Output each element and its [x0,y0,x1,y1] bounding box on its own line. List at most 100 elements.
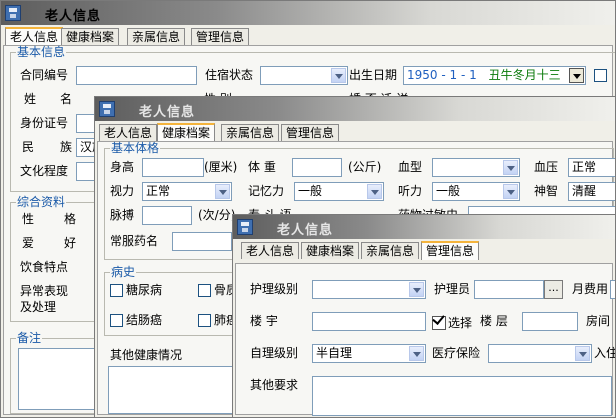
chevron-down-icon[interactable] [215,184,230,199]
checkmark-icon[interactable] [432,316,446,330]
hearing-select[interactable]: 一般 [432,182,520,201]
self-care-value: 半自理 [316,346,353,360]
hobby-label-b: 好 [64,236,77,250]
tab-elder-info[interactable]: 老人信息 [99,124,158,141]
basic-info-legend: 基本信息 [16,45,67,59]
remarks-textarea[interactable] [18,348,98,410]
other-requirements-textarea[interactable] [312,376,612,416]
birth-date-checkbox[interactable] [594,69,607,82]
chevron-down-icon[interactable] [503,184,518,199]
other-health-label: 其他健康情况 [110,348,183,362]
blood-pressure-value: 正常 [572,160,597,174]
app-icon [237,219,253,235]
chevron-down-icon[interactable] [409,346,424,361]
tab-elder-info[interactable]: 老人信息 [5,27,64,46]
ethnicity-label-b: 族 [60,140,73,154]
app-icon [99,101,115,117]
chevron-down-icon[interactable] [503,160,518,175]
memory-select[interactable]: 一般 [294,182,384,201]
other-requirements-label: 其他要求 [250,378,299,392]
memory-label: 记忆力 [248,184,285,198]
care-level-label: 护理级别 [250,282,299,296]
caregiver-input[interactable] [474,280,544,299]
floor-input[interactable] [522,312,578,331]
title-bar: 老人信息 [95,97,615,121]
blood-pressure-input[interactable]: 正常 [568,158,615,177]
care-level-select[interactable] [312,280,426,299]
other-health-textarea[interactable] [108,366,238,414]
vitals-legend: 基本体格 [110,141,161,155]
blood-pressure-label: 血压 [534,160,559,174]
self-care-label: 自理级别 [250,346,299,360]
hobby-label-a: 爱 [22,236,35,250]
pulse-input[interactable] [142,206,192,225]
pulse-unit: (次/分) [198,208,236,222]
self-care-select[interactable]: 半自理 [312,344,426,363]
birth-date-value: 1950 - 1 - 1 [407,68,477,82]
tab-management[interactable]: 管理信息 [281,124,340,141]
name-label-a: 姓 [24,92,37,106]
diet-label: 饮食特点 [20,260,69,274]
vision-value: 正常 [146,184,171,198]
medication-input[interactable] [172,232,232,251]
personality-label-b: 格 [64,212,77,226]
tab-elder-info[interactable]: 老人信息 [241,242,300,259]
caregiver-browse-button[interactable]: ... [544,280,563,299]
mind-input[interactable]: 清醒 [568,182,615,201]
checkin-label-partial: 入住 [594,346,616,360]
remarks-legend: 备注 [16,331,43,345]
hearing-label: 听力 [398,184,423,198]
window-title: 老人信息 [277,223,334,238]
residence-status-select[interactable] [260,66,348,85]
management-info-window: 老人信息 老人信息 健康档案 亲属信息 管理信息 护理级别 护理员 ... 月费… [232,214,616,418]
bone-checkbox[interactable] [198,284,211,297]
colon-cancer-checkbox[interactable] [110,314,123,327]
tab-management[interactable]: 管理信息 [191,28,250,45]
tab-health-record[interactable]: 健康档案 [157,123,216,142]
pulse-label: 脉搏 [110,208,135,222]
height-input[interactable] [142,158,204,177]
diabetes-checkbox[interactable] [110,284,123,297]
title-bar: 老人信息 [233,215,615,239]
colon-cancer-label: 结肠癌 [126,313,163,327]
id-no-label: 身份证号 [20,116,69,130]
chevron-down-icon[interactable] [331,68,346,83]
tab-health-record[interactable]: 健康档案 [301,242,360,259]
vision-select[interactable]: 正常 [142,182,232,201]
height-unit: (厘米) [204,160,238,174]
blood-type-select[interactable] [432,158,520,177]
weight-input[interactable] [292,158,342,177]
tab-management[interactable]: 管理信息 [421,241,480,260]
lunar-date-value: 丑牛冬月十三 [488,68,561,82]
tab-content: 护理级别 护理员 ... 月费用 楼 宇 选择 楼 层 房间 自理级别 半自理 … [235,263,616,416]
residence-status-label: 住宿状态 [205,68,254,82]
tab-relatives[interactable]: 亲属信息 [127,28,186,45]
chevron-down-icon[interactable] [367,184,382,199]
general-info-legend: 综合资料 [16,195,67,209]
chevron-down-icon[interactable] [569,68,584,83]
contract-no-input[interactable] [76,66,197,85]
monthly-fee-input[interactable] [610,280,615,299]
chevron-down-icon[interactable] [409,282,424,297]
select-building-button[interactable]: 选择 [448,316,472,330]
medical-insurance-label: 医疗保险 [432,346,481,360]
caregiver-label: 护理员 [434,282,471,296]
height-label: 身高 [110,160,135,174]
chevron-down-icon[interactable] [575,346,590,361]
medical-insurance-select[interactable] [488,344,592,363]
mind-value: 清醒 [572,184,597,198]
floor-label: 楼 层 [480,314,508,328]
tab-relatives[interactable]: 亲属信息 [361,242,420,259]
birth-date-picker[interactable]: 1950 - 1 - 1 丑牛冬月十三 [403,66,586,85]
medication-label: 常服药名 [110,234,159,248]
building-input[interactable] [312,312,426,331]
name-label-b: 名 [60,92,73,106]
lung-cancer-checkbox[interactable] [198,314,211,327]
medical-history-legend: 病史 [110,265,137,279]
app-icon [5,5,21,21]
memory-value: 一般 [298,184,323,198]
room-label-partial: 房间 [586,314,611,328]
window-title: 老人信息 [139,105,196,120]
tab-relatives[interactable]: 亲属信息 [221,124,280,141]
tab-health-record[interactable]: 健康档案 [61,28,120,45]
